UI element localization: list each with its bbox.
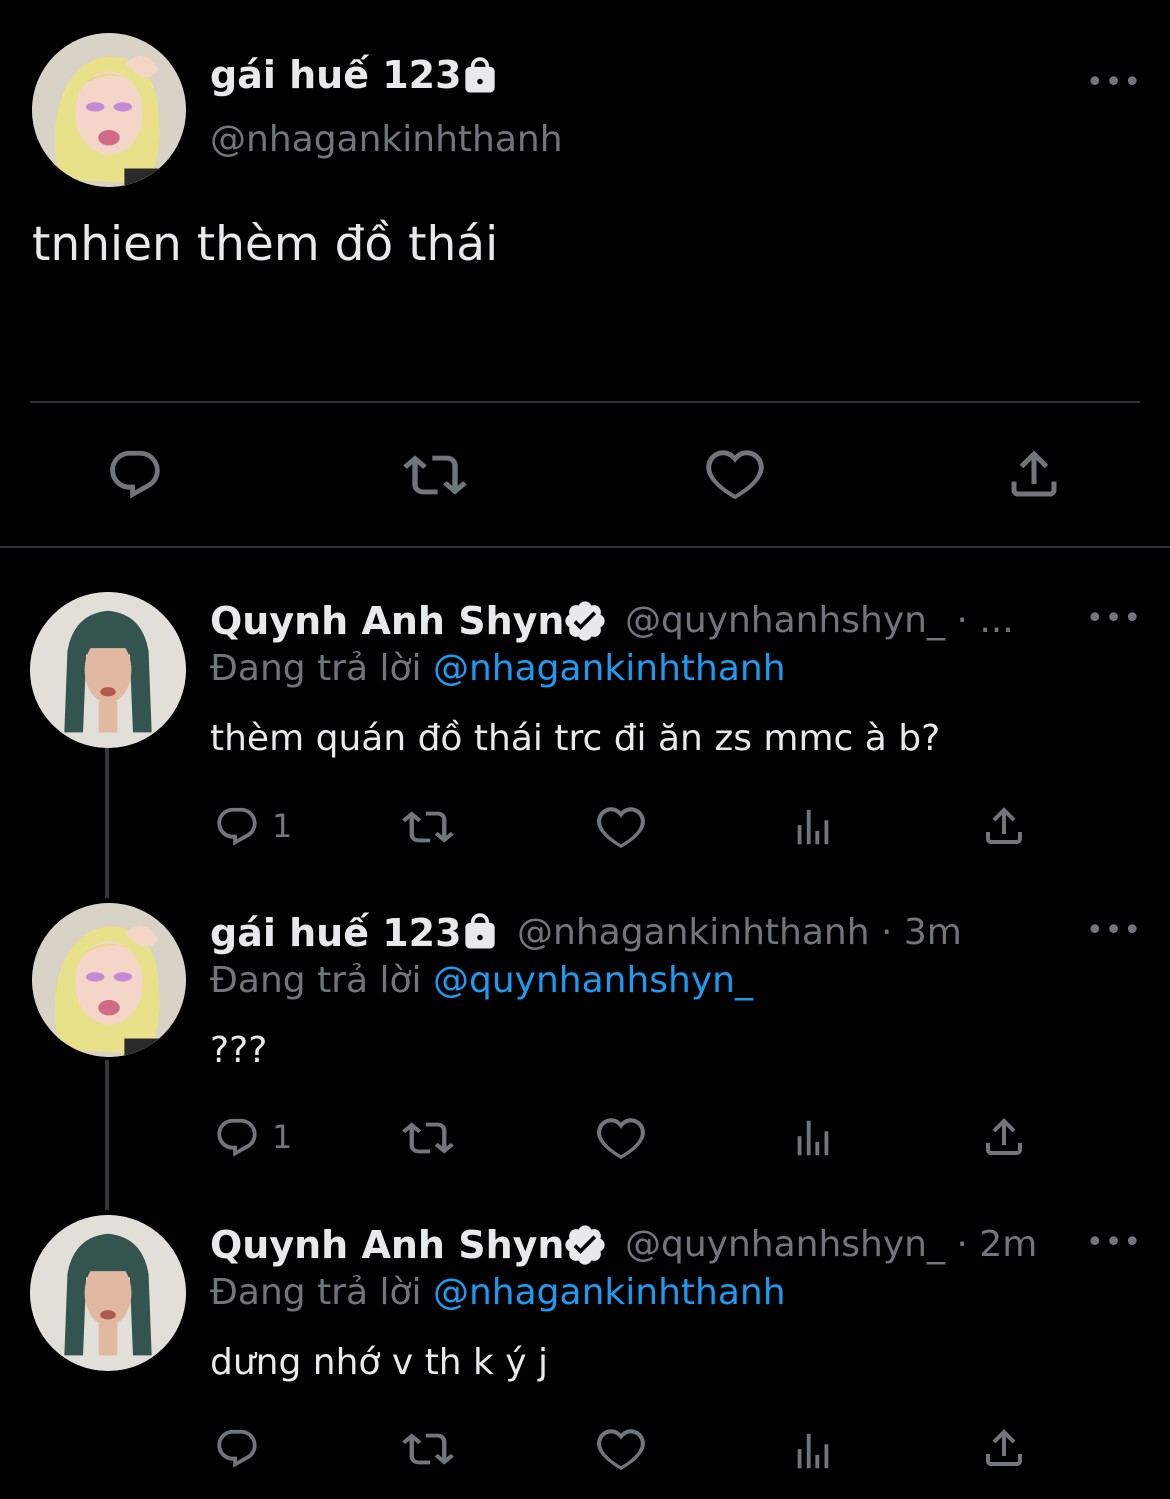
handle-time[interactable]: @quynhanhshyn_ · 2m	[625, 1222, 1037, 1268]
reply-icon[interactable]	[214, 804, 260, 850]
reply-count: 1	[272, 807, 293, 845]
anime-blonde-avatar-icon	[32, 903, 186, 1057]
lock-icon	[458, 54, 502, 98]
views-icon[interactable]	[790, 804, 836, 850]
avatar[interactable]	[32, 903, 186, 1057]
share-icon[interactable]	[1004, 444, 1064, 504]
tweet-text: ???	[210, 1030, 268, 1071]
heart-icon[interactable]	[705, 444, 765, 504]
replying-to: Đang trả lời @quynhanhshyn_	[210, 958, 753, 1004]
thread-line	[105, 748, 109, 898]
portrait-green-hair-icon	[30, 1215, 186, 1371]
retweet-icon[interactable]	[403, 446, 467, 504]
heart-icon[interactable]	[596, 1424, 646, 1474]
author-handle[interactable]: @nhagankinhthanh	[210, 117, 563, 163]
replying-prefix: Đang trả lời	[210, 648, 422, 689]
views-icon[interactable]	[790, 1115, 836, 1161]
author-name[interactable]: Quynh Anh Shyn	[210, 598, 564, 644]
replying-to: Đang trả lời @nhagankinhthanh	[210, 646, 786, 692]
replying-to: Đang trả lời @nhagankinhthanh	[210, 1270, 786, 1316]
retweet-icon[interactable]	[402, 1115, 454, 1161]
thread-line	[105, 1060, 109, 1210]
divider	[0, 546, 1170, 548]
reply-icon[interactable]	[106, 446, 164, 504]
anime-blonde-avatar-icon	[32, 33, 186, 187]
more-icon[interactable]: •••	[1086, 916, 1142, 946]
reply-icon[interactable]	[214, 1426, 260, 1472]
retweet-icon[interactable]	[402, 1426, 454, 1472]
reply-icon[interactable]	[214, 1115, 260, 1161]
verified-icon	[562, 598, 608, 644]
heart-icon[interactable]	[596, 802, 646, 852]
more-icon[interactable]: •••	[1086, 68, 1142, 98]
handle-time[interactable]: @nhagankinhthanh · 3m	[517, 910, 962, 956]
heart-icon[interactable]	[596, 1113, 646, 1163]
replying-prefix: Đang trả lời	[210, 960, 422, 1001]
reply-count: 1	[272, 1118, 293, 1156]
portrait-green-hair-icon	[30, 592, 186, 748]
more-icon[interactable]: •••	[1086, 604, 1142, 634]
author-name[interactable]: gái huế 123	[210, 910, 462, 956]
mention-link[interactable]: @nhagankinhthanh	[433, 648, 786, 689]
lock-icon	[458, 910, 502, 954]
tweet-text: tnhien thèm đồ thái	[32, 217, 499, 272]
mention-link[interactable]: @nhagankinhthanh	[433, 1272, 786, 1313]
share-icon[interactable]	[980, 802, 1028, 850]
replying-prefix: Đang trả lời	[210, 1272, 422, 1313]
avatar[interactable]	[30, 592, 186, 748]
views-icon[interactable]	[790, 1428, 836, 1474]
avatar[interactable]	[30, 1215, 186, 1371]
avatar[interactable]	[32, 33, 186, 187]
mention-link[interactable]: @quynhanhshyn_	[433, 960, 753, 1001]
verified-icon	[562, 1222, 608, 1268]
author-name[interactable]: Quynh Anh Shyn	[210, 1222, 564, 1268]
retweet-icon[interactable]	[402, 804, 454, 850]
more-icon[interactable]: •••	[1086, 1228, 1142, 1258]
author-name[interactable]: gái huế 123	[210, 52, 462, 98]
handle-time[interactable]: @quynhanhshyn_ · ...	[625, 598, 1014, 644]
tweet-text: dưng nhớ v th k ý j	[210, 1342, 549, 1383]
share-icon[interactable]	[980, 1113, 1028, 1161]
divider	[30, 401, 1140, 403]
tweet-text: thèm quán đồ thái trc đi ăn zs mmc à b?	[210, 718, 941, 759]
share-icon[interactable]	[980, 1424, 1028, 1472]
